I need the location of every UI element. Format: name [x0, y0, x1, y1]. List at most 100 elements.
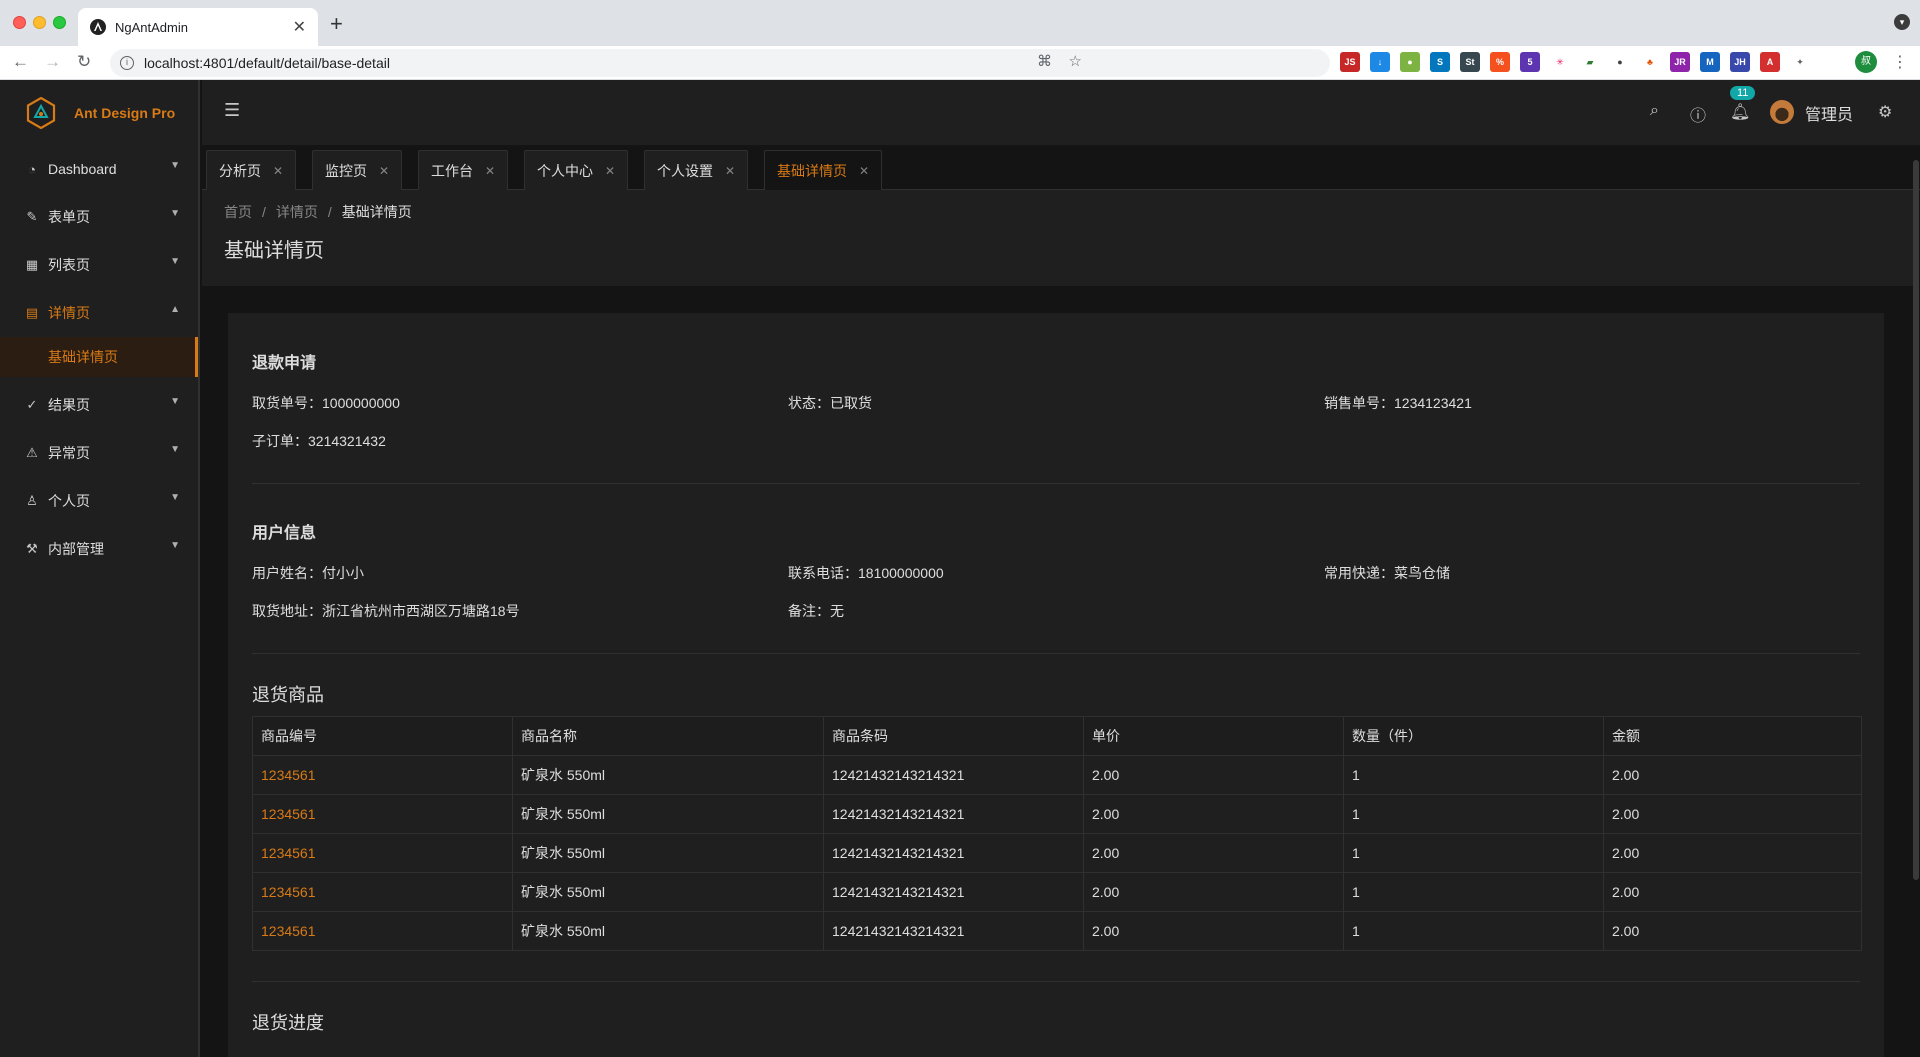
bell-icon[interactable]: 🔔︎	[1730, 102, 1750, 122]
reload-icon[interactable]: ↻	[77, 52, 91, 72]
page-tabs: 分析页 ✕ 监控页 ✕ 工作台 ✕ 个人中心 ✕ 个人设置 ✕ 基础详情页 ✕	[202, 150, 1920, 190]
sidebar-item-dashboard[interactable]: ◔ Dashboard ▼	[0, 145, 198, 193]
sidebar-item-personal[interactable]: ♙ 个人页 ▼	[0, 477, 198, 525]
close-window-button[interactable]	[13, 16, 26, 29]
avatar[interactable]	[1770, 100, 1794, 124]
goods-id-link[interactable]: 1234561	[252, 755, 513, 795]
pickup-status: 状态：已取货	[788, 395, 872, 411]
extension-icon[interactable]: S	[1430, 52, 1450, 72]
extension-icon[interactable]: St	[1460, 52, 1480, 72]
tab-personal-center[interactable]: 个人中心 ✕	[524, 150, 629, 190]
goods-amount: 2.00	[1603, 755, 1862, 795]
tab-base-detail[interactable]: 基础详情页 ✕	[764, 150, 883, 190]
sidebar-item-internal[interactable]: ⚒ 内部管理 ▼	[0, 525, 198, 573]
close-icon[interactable]: ✕	[725, 164, 735, 178]
check-circle-icon: ✓	[26, 397, 38, 412]
sales-number: 销售单号：1234123421	[1324, 395, 1472, 411]
column-header: 商品编号	[252, 716, 513, 756]
tab-label: 个人设置	[657, 162, 713, 179]
tab-label: 工作台	[431, 162, 473, 179]
extension-icon[interactable]: 5	[1520, 52, 1540, 72]
table-row: 1234561 矿泉水 550ml 12421432143214321 2.00…	[252, 794, 1862, 834]
close-icon[interactable]: ✕	[379, 164, 389, 178]
forward-icon[interactable]: →	[44, 52, 61, 72]
sidebar-item-detail[interactable]: ▤ 详情页 ▲	[0, 289, 198, 337]
close-icon[interactable]: ✕	[273, 164, 283, 178]
profile-avatar[interactable]: 叔	[1855, 51, 1877, 73]
minimize-window-button[interactable]	[33, 16, 46, 29]
user-address: 取货地址：浙江省杭州市西湖区万塘路18号	[252, 603, 520, 619]
chevron-down-icon: ▼	[170, 492, 180, 503]
goods-id-link[interactable]: 1234561	[252, 872, 513, 912]
tab-personal-settings[interactable]: 个人设置 ✕	[644, 150, 749, 190]
notification-badge: 11	[1730, 86, 1756, 100]
extensions-bar: JS ↓ ● S St % 5 ✳ ▰ ● ♣ JR M JH A ✦	[1340, 52, 1810, 72]
breadcrumb-detail[interactable]: 详情页	[276, 204, 318, 220]
tab-label: 个人中心	[537, 162, 593, 179]
logo[interactable]: Ant Design Pro	[0, 80, 198, 145]
back-icon[interactable]: ←	[12, 52, 29, 72]
goods-quantity: 1	[1343, 911, 1604, 951]
sidebar-item-result[interactable]: ✓ 结果页 ▼	[0, 381, 198, 429]
goods-name: 矿泉水 550ml	[512, 872, 824, 912]
menu-fold-icon[interactable]: ☰	[224, 100, 240, 121]
goods-id-link[interactable]: 1234561	[252, 794, 513, 834]
extension-icon[interactable]: ●	[1400, 52, 1420, 72]
address-bar[interactable]: i localhost:4801/default/detail/base-det…	[110, 49, 1330, 77]
setting-icon[interactable]: ⚙	[1878, 102, 1892, 122]
search-icon[interactable]: ⌕	[1650, 102, 1659, 120]
goods-amount: 2.00	[1603, 911, 1862, 951]
sidebar-item-list[interactable]: ▦ 列表页 ▼	[0, 241, 198, 289]
extension-icon[interactable]: ↓	[1370, 52, 1390, 72]
puzzle-icon[interactable]: ✦	[1790, 52, 1810, 72]
form-icon: ✎	[26, 209, 38, 224]
tab-analysis[interactable]: 分析页 ✕	[206, 150, 297, 190]
sidebar: Ant Design Pro ◔ Dashboard ▼ ✎ 表单页 ▼ ▦ 列…	[0, 80, 200, 1057]
close-icon[interactable]: ✕	[605, 164, 615, 178]
sidebar-subitem-base-detail[interactable]: 基础详情页	[0, 337, 198, 377]
translate-icon[interactable]: ⌘	[1037, 52, 1052, 70]
page-title: 基础详情页	[224, 240, 324, 262]
bookmark-star-icon[interactable]: ☆	[1069, 52, 1082, 70]
extension-icon[interactable]: JR	[1670, 52, 1690, 72]
close-icon[interactable]: ✕	[485, 164, 495, 178]
sidebar-item-exception[interactable]: ⚠ 异常页 ▼	[0, 429, 198, 477]
sidebar-item-label: 异常页	[48, 445, 90, 461]
tab-monitor[interactable]: 监控页 ✕	[312, 150, 403, 190]
close-tab-icon[interactable]: ✕	[293, 17, 306, 37]
goods-amount: 2.00	[1603, 794, 1862, 834]
extension-icon[interactable]: ▰	[1580, 52, 1600, 72]
browser-menu-icon[interactable]: ⋮	[1892, 52, 1908, 72]
user-name: 用户姓名：付小小	[252, 565, 364, 581]
extension-icon[interactable]: JH	[1730, 52, 1750, 72]
new-tab-button[interactable]: +	[330, 11, 343, 37]
extension-icon[interactable]: M	[1700, 52, 1720, 72]
page-scrollbar[interactable]	[1913, 160, 1919, 880]
browser-tab[interactable]: NgAntAdmin ✕	[78, 8, 318, 46]
user-section-title: 用户信息	[252, 525, 317, 542]
close-icon[interactable]: ✕	[859, 164, 869, 178]
extension-icon[interactable]: ♣	[1640, 52, 1660, 72]
goods-id-link[interactable]: 1234561	[252, 833, 513, 873]
username[interactable]: 管理员	[1805, 101, 1853, 125]
goods-id-link[interactable]: 1234561	[252, 911, 513, 951]
extension-icon[interactable]: ✳	[1550, 52, 1570, 72]
extension-icon[interactable]: A	[1760, 52, 1780, 72]
tab-search-icon[interactable]: ▾	[1894, 14, 1910, 30]
goods-quantity: 1	[1343, 833, 1604, 873]
extension-icon[interactable]: JS	[1340, 52, 1360, 72]
column-header: 金额	[1603, 716, 1862, 756]
maximize-window-button[interactable]	[53, 16, 66, 29]
browser-tab-title: NgAntAdmin	[115, 19, 188, 35]
tab-workplace[interactable]: 工作台 ✕	[418, 150, 509, 190]
sidebar-item-label: 个人页	[48, 493, 90, 509]
column-header: 商品条码	[823, 716, 1084, 756]
sidebar-item-label: 详情页	[48, 305, 90, 321]
site-info-icon[interactable]: i	[120, 56, 134, 70]
logo-icon	[26, 96, 56, 129]
extension-icon[interactable]: %	[1490, 52, 1510, 72]
breadcrumb-home[interactable]: 首页	[224, 204, 252, 220]
extension-icon[interactable]: ●	[1610, 52, 1630, 72]
question-circle-icon[interactable]: ⓘ	[1690, 102, 1706, 126]
sidebar-item-form[interactable]: ✎ 表单页 ▼	[0, 193, 198, 241]
